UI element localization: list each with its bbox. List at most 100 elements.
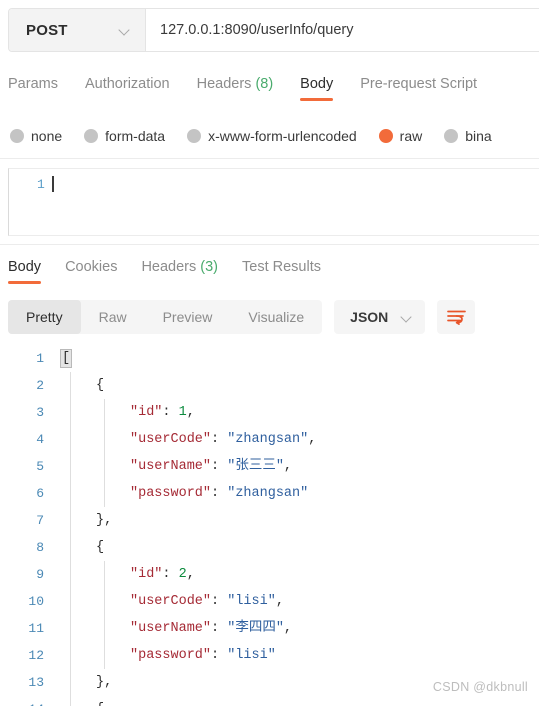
json-line: 6 "password": "zhangsan" — [0, 480, 539, 507]
body-type-radio-x-www-form-urlencoded[interactable]: x-www-form-urlencoded — [187, 128, 357, 144]
json-line-content: "id": 1, — [62, 399, 195, 426]
json-line-number: 9 — [36, 567, 44, 582]
json-token: [ — [60, 349, 73, 368]
request-url-input[interactable]: 127.0.0.1:8090/userInfo/query — [146, 9, 539, 51]
json-token: , — [283, 459, 293, 474]
request-tab-headers[interactable]: Headers (8) — [197, 72, 274, 101]
body-type-radio-form-data[interactable]: form-data — [84, 128, 165, 144]
body-type-radio-raw[interactable]: raw — [378, 128, 422, 144]
json-line-number: 10 — [28, 594, 44, 609]
response-tab-cookies[interactable]: Cookies — [65, 255, 117, 284]
json-line-content: }, — [62, 507, 112, 534]
radio-icon — [444, 129, 459, 143]
json-line-number: 14 — [0, 696, 52, 706]
radio-icon — [378, 129, 393, 143]
json-token: "password" — [130, 486, 212, 501]
request-tab-params[interactable]: Params — [8, 72, 58, 101]
json-token: { — [96, 378, 105, 393]
tab-label: Authorization — [84, 76, 170, 92]
json-line-content: "userName": "张三三", — [62, 453, 292, 480]
json-line-number: 6 — [36, 486, 44, 501]
response-tab-test-results[interactable]: Test Results — [242, 255, 321, 284]
json-line: 5 "userName": "张三三", — [0, 453, 539, 480]
json-line: 3 "id": 1, — [0, 399, 539, 426]
json-token: "userName" — [130, 459, 212, 474]
tab-label: Params — [8, 76, 58, 92]
request-url-bar: POST 127.0.0.1:8090/userInfo/query — [8, 8, 539, 52]
postman-window: POST 127.0.0.1:8090/userInfo/query Param… — [0, 0, 539, 706]
radio-label: none — [31, 128, 63, 144]
radio-icon — [187, 129, 202, 143]
request-tab-pre-request-script[interactable]: Pre-request Script — [360, 72, 477, 101]
json-token: "password" — [130, 648, 212, 663]
json-line: 8{ — [0, 534, 539, 561]
tab-count: (8) — [251, 76, 274, 92]
radio-icon — [10, 129, 24, 143]
body-type-radio-none[interactable]: none — [10, 128, 62, 144]
request-body-editor[interactable]: 1 — [8, 168, 539, 236]
json-line-content: "id": 2, — [62, 561, 195, 588]
divider-below-body-editor — [0, 244, 539, 245]
response-format-visualize[interactable]: Visualize — [230, 300, 322, 334]
json-token: "zhangsan" — [227, 486, 309, 501]
json-line: 2{ — [0, 372, 539, 399]
http-method-select[interactable]: POST — [9, 9, 146, 51]
request-tab-authorization[interactable]: Authorization — [85, 72, 170, 101]
json-token: { — [96, 702, 104, 706]
response-format-toolbar: Pretty Raw Preview Visualize JSON — [8, 298, 476, 336]
response-format-preview[interactable]: Preview — [145, 300, 231, 334]
json-line: 12 "password": "lisi" — [0, 642, 539, 669]
json-token: : — [211, 648, 228, 663]
response-language-label: JSON — [350, 309, 389, 325]
wrap-text-icon — [446, 310, 466, 325]
json-line-number: 1 — [36, 351, 44, 366]
request-tab-bar: Params Authorization Headers (8) Body Pre-re… — [0, 72, 539, 112]
json-token: : — [162, 567, 179, 582]
tab-label: Pre-request Script — [360, 76, 478, 92]
json-token: "李四四" — [227, 621, 284, 636]
json-token: : — [211, 486, 228, 501]
json-line-number: 2 — [36, 378, 44, 393]
json-line: 11 "userName": "李四四", — [0, 615, 539, 642]
json-line-content: [ — [60, 345, 73, 372]
wrap-text-button[interactable] — [437, 300, 476, 334]
response-tab-body[interactable]: Body — [8, 255, 42, 284]
json-line: 10 "userCode": "lisi", — [0, 588, 539, 615]
json-line: 14 { — [0, 696, 539, 706]
response-tab-headers[interactable]: Headers (3) — [141, 255, 218, 284]
radio-label: bina — [465, 128, 492, 144]
json-line-content: }, — [62, 669, 112, 696]
json-token: "张三三" — [227, 459, 284, 474]
editor-line-number: 1 — [37, 177, 45, 192]
json-token: "id" — [130, 405, 163, 420]
json-line-content: "userName": "李四四", — [62, 615, 292, 642]
request-tab-body[interactable]: Body — [300, 72, 334, 101]
chevron-down-icon — [120, 25, 131, 36]
json-line: 1[ — [0, 345, 539, 372]
radio-icon — [84, 129, 99, 143]
json-line-number: 7 — [36, 513, 44, 528]
divider-above-body-editor — [0, 158, 539, 159]
response-json-viewer[interactable]: 1[2{3 "id": 1, 4 "userCode": "zhangsan", 5 "u… — [0, 345, 539, 706]
json-token: , — [186, 567, 195, 582]
request-url-value: 127.0.0.1:8090/userInfo/query — [160, 22, 354, 38]
response-language-select[interactable]: JSON — [334, 300, 426, 334]
tab-label: Body — [8, 259, 42, 275]
body-type-radio-bina[interactable]: bina — [444, 128, 492, 144]
chevron-down-icon — [402, 312, 413, 323]
json-line-number: 11 — [28, 621, 44, 636]
tab-count: (3) — [196, 259, 219, 275]
json-line-content: "userCode": "zhangsan", — [62, 426, 316, 453]
json-token: , — [186, 405, 195, 420]
json-line-number: 4 — [36, 432, 44, 447]
tab-label: Cookies — [65, 259, 118, 275]
response-format-raw[interactable]: Raw — [81, 300, 145, 334]
json-token: : — [211, 594, 228, 609]
json-token: "userCode" — [130, 594, 212, 609]
body-type-radio-group: none form-data x-www-form-urlencoded raw bin… — [10, 122, 514, 150]
response-format-segmented-control: Pretty Raw Preview Visualize — [8, 300, 323, 334]
json-token: "lisi" — [227, 648, 276, 663]
json-line-number: 8 — [36, 540, 44, 555]
json-line-content: "password": "zhangsan" — [62, 480, 308, 507]
response-format-pretty[interactable]: Pretty — [8, 300, 81, 334]
